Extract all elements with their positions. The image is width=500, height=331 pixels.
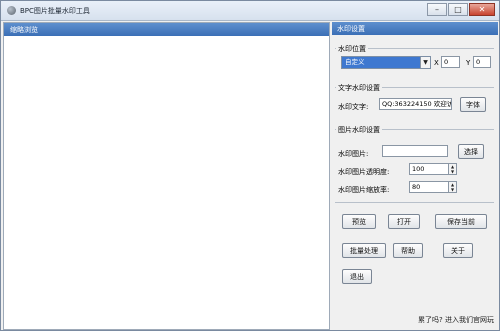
app-window: BPC图片批量水印工具 – □ ✕ 缩略浏览 水印设置 水印位置 自定义 ▼ X…	[0, 0, 500, 331]
window-controls: – □ ✕	[426, 3, 495, 16]
settings-panel: 水印设置 水印位置 自定义 ▼ X 0 Y 0 文字水印设置 水印文字: QQ:…	[332, 22, 498, 328]
chevron-down-icon[interactable]: ▼	[420, 57, 430, 68]
select-image-button[interactable]: 选择	[458, 144, 484, 159]
scale-value: 80	[412, 183, 421, 191]
position-group-title: 水印位置	[336, 44, 368, 54]
help-button[interactable]: 帮助	[393, 243, 423, 258]
window-title: BPC图片批量水印工具	[20, 7, 90, 15]
x-field[interactable]: 0	[441, 56, 460, 68]
minimize-button[interactable]: –	[427, 3, 447, 16]
exit-button[interactable]: 退出	[342, 269, 372, 284]
scale-label: 水印图片缩放率:	[338, 186, 390, 194]
close-button[interactable]: ✕	[469, 3, 495, 16]
x-label: X	[434, 59, 439, 67]
opacity-value: 100	[412, 165, 425, 173]
open-button[interactable]: 打开	[388, 214, 420, 229]
about-button[interactable]: 关于	[443, 243, 473, 258]
y-label: Y	[466, 59, 471, 67]
maximize-button[interactable]: □	[448, 3, 468, 16]
image-watermark-group-title: 图片水印设置	[336, 125, 382, 135]
batch-process-button[interactable]: 批量处理	[342, 243, 386, 258]
opacity-label: 水印图片透明度:	[338, 168, 390, 176]
font-button[interactable]: 字体	[460, 97, 486, 112]
image-watermark-group: 图片水印设置 水印图片: 选择 水印图片透明度: 100 ▲ ▼ 水印图片缩放率:…	[335, 125, 494, 197]
minimize-icon: –	[435, 4, 439, 14]
actions-group: 预览 打开 保存当前 批量处理 帮助 关于 退出	[335, 202, 494, 290]
close-icon: ✕	[478, 4, 486, 14]
position-group: 水印位置 自定义 ▼ X 0 Y 0	[335, 44, 494, 86]
app-icon	[7, 6, 16, 15]
opacity-stepper[interactable]: 100 ▲ ▼	[409, 163, 457, 175]
text-watermark-group: 文字水印设置 水印文字: QQ:363224150 欢迎访问 字体	[335, 83, 494, 127]
save-current-button[interactable]: 保存当前	[435, 214, 487, 229]
x-field-value: 0	[444, 58, 449, 66]
spin-arrows-icon[interactable]: ▲ ▼	[448, 182, 456, 192]
scale-stepper[interactable]: 80 ▲ ▼	[409, 181, 457, 193]
status-bar: 累了吗? 进入我们官网玩	[332, 313, 498, 329]
y-field-value: 0	[476, 58, 481, 66]
settings-panel-header: 水印设置	[332, 22, 498, 35]
watermark-image-field[interactable]	[382, 145, 448, 157]
thumbnail-panel-header: 缩略浏览	[4, 23, 329, 36]
text-watermark-group-title: 文字水印设置	[336, 83, 382, 93]
position-combo[interactable]: 自定义 ▼	[341, 56, 431, 69]
thumbnail-panel[interactable]: 缩略浏览	[3, 22, 330, 330]
spin-arrows-icon[interactable]: ▲ ▼	[448, 164, 456, 174]
watermark-text-label: 水印文字:	[338, 103, 369, 111]
y-field[interactable]: 0	[473, 56, 491, 68]
position-combo-value: 自定义	[345, 58, 365, 66]
watermark-text-value: QQ:363224150 欢迎访问	[382, 100, 452, 108]
maximize-icon: □	[454, 4, 462, 14]
title-bar: BPC图片批量水印工具 – □ ✕	[1, 1, 499, 21]
watermark-text-field[interactable]: QQ:363224150 欢迎访问	[379, 98, 452, 110]
preview-button[interactable]: 预览	[342, 214, 376, 229]
status-text[interactable]: 累了吗? 进入我们官网玩	[418, 315, 494, 325]
watermark-image-label: 水印图片:	[338, 150, 369, 158]
